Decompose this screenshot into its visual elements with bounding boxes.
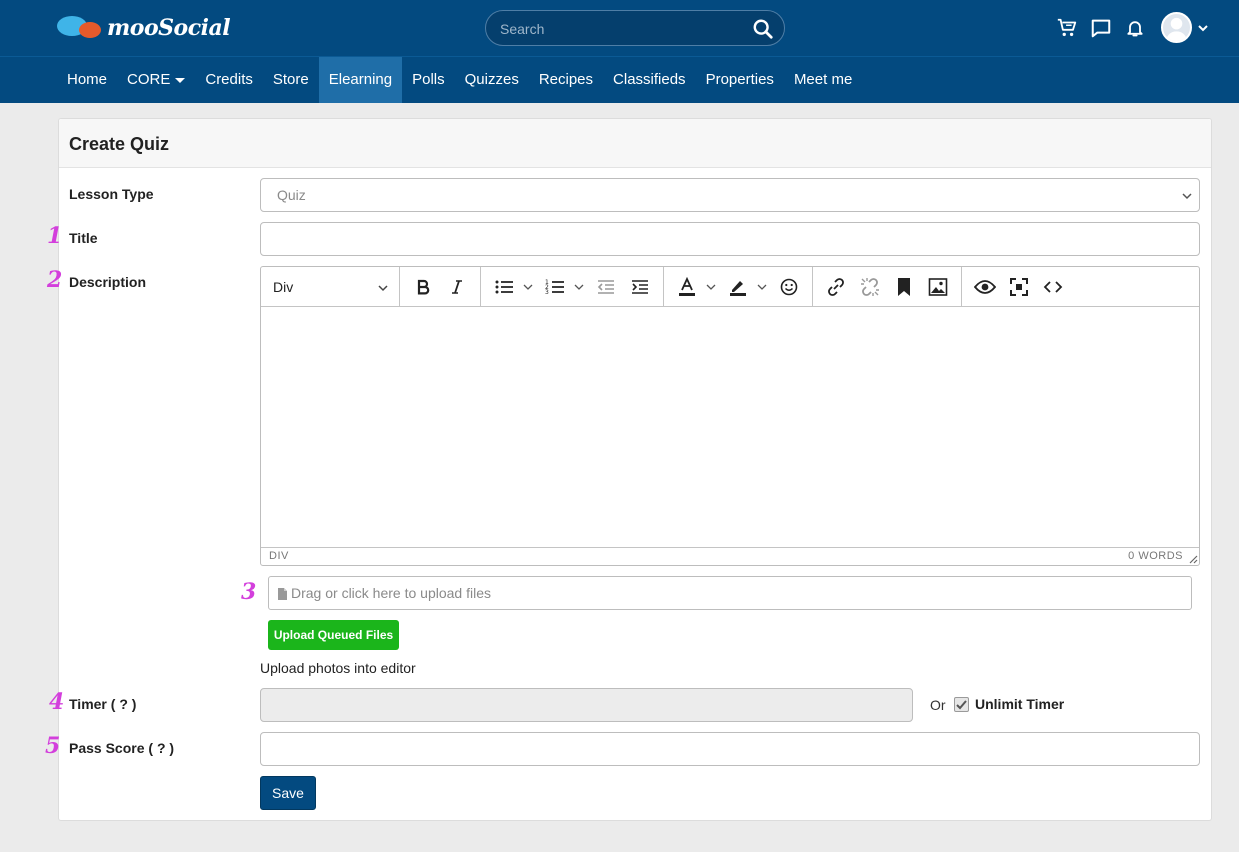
bell-icon[interactable] xyxy=(1123,16,1147,40)
timer-input xyxy=(260,688,913,722)
nav-item-quizzes[interactable]: Quizzes xyxy=(455,57,529,103)
emoji-icon[interactable] xyxy=(775,273,803,301)
unlimit-timer-checkbox[interactable] xyxy=(954,697,969,712)
chevron-down-icon[interactable] xyxy=(521,273,535,301)
bullet-list-icon[interactable] xyxy=(490,273,518,301)
pass-score-label[interactable]: Pass Score ( ? ) xyxy=(69,740,174,756)
editor-statusbar: DIV 0 WORDS xyxy=(261,547,1199,565)
site-logo[interactable]: mooSocial xyxy=(57,13,231,43)
element-path[interactable]: DIV xyxy=(269,550,289,562)
pass-score-input[interactable] xyxy=(260,732,1200,766)
chevron-down-icon[interactable] xyxy=(704,273,718,301)
view-group xyxy=(962,267,1076,307)
search-input[interactable] xyxy=(500,19,740,39)
lesson-type-label: Lesson Type xyxy=(69,186,154,202)
chevron-down-icon[interactable] xyxy=(572,273,586,301)
header-icons xyxy=(1055,14,1157,42)
nav-item-recipes[interactable]: Recipes xyxy=(529,57,603,103)
image-icon[interactable] xyxy=(924,273,952,301)
panel-header xyxy=(59,119,1211,168)
nav-item-core[interactable]: CORE xyxy=(117,57,195,103)
highlight-icon[interactable] xyxy=(724,273,752,301)
numbered-list-icon[interactable]: 123 xyxy=(541,273,569,301)
indent-icon[interactable] xyxy=(626,273,654,301)
preview-eye-icon[interactable] xyxy=(971,273,999,301)
nav-item-store[interactable]: Store xyxy=(263,57,319,103)
title-input[interactable] xyxy=(260,222,1200,256)
annotation-marker-5: 5 xyxy=(45,733,61,759)
nav-item-meet-me[interactable]: Meet me xyxy=(784,57,862,103)
top-header: mooSocial xyxy=(0,0,1239,56)
chevron-down-icon xyxy=(1182,193,1192,200)
word-count: 0 WORDS xyxy=(1128,550,1183,562)
title-label: Title xyxy=(69,230,98,246)
annotation-marker-2: 2 xyxy=(47,267,63,293)
create-quiz-panel: Create Quiz Lesson Type Quiz 1 Title 2 D… xyxy=(45,118,1212,821)
block-format-value: Div xyxy=(273,278,294,295)
file-icon xyxy=(278,588,287,600)
file-dropzone[interactable]: Drag or click here to upload files xyxy=(268,576,1192,610)
link-icon[interactable] xyxy=(822,273,850,301)
upload-helper-text: Upload photos into editor xyxy=(260,660,416,676)
cart-icon[interactable] xyxy=(1055,16,1079,40)
upload-queued-files-button[interactable]: Upload Queued Files xyxy=(268,620,399,650)
timer-label[interactable]: Timer ( ? ) xyxy=(69,696,136,712)
nav-item-credits[interactable]: Credits xyxy=(195,57,263,103)
resize-handle-icon[interactable] xyxy=(1188,554,1198,564)
unlimit-timer-label[interactable]: Unlimit Timer xyxy=(975,696,1064,712)
insert-group xyxy=(813,266,962,307)
nav-item-polls[interactable]: Polls xyxy=(402,57,455,103)
or-text: Or xyxy=(930,697,946,713)
bookmark-icon[interactable] xyxy=(890,273,918,301)
list-group: 123 xyxy=(481,266,664,307)
caret-down-icon xyxy=(175,77,186,83)
bold-icon[interactable] xyxy=(409,273,437,301)
user-avatar-icon xyxy=(1161,12,1192,43)
search-icon[interactable] xyxy=(750,16,776,42)
text-color-icon[interactable] xyxy=(673,273,701,301)
annotation-marker-4: 4 xyxy=(49,689,65,715)
nav-item-elearning[interactable]: Elearning xyxy=(318,57,403,103)
description-label: Description xyxy=(69,274,147,290)
outdent-icon[interactable] xyxy=(592,273,620,301)
nav-item-classifieds[interactable]: Classifieds xyxy=(603,57,696,103)
main-nav: Home CORE Credits Store Elearning Polls … xyxy=(0,56,1239,103)
save-button[interactable]: Save xyxy=(260,776,316,810)
description-editor: Div 123 DIV 0 WORDS xyxy=(260,266,1200,566)
unlink-icon[interactable] xyxy=(856,273,884,301)
editor-content-area[interactable] xyxy=(261,308,1199,548)
text-style-group xyxy=(400,266,481,307)
logo-text: mooSocial xyxy=(107,15,231,41)
checkmark-icon xyxy=(956,700,967,710)
logo-bubbles-icon xyxy=(57,13,103,43)
search-box xyxy=(485,10,785,46)
source-code-icon[interactable] xyxy=(1039,273,1067,301)
user-menu[interactable] xyxy=(1161,12,1210,43)
dropzone-placeholder: Drag or click here to upload files xyxy=(291,585,491,601)
fullscreen-icon[interactable] xyxy=(1005,273,1033,301)
nav-item-properties[interactable]: Properties xyxy=(696,57,784,103)
chevron-down-icon xyxy=(378,284,388,291)
lesson-type-select[interactable]: Quiz xyxy=(260,178,1200,212)
chat-icon[interactable] xyxy=(1089,16,1113,40)
color-group xyxy=(664,266,813,307)
lesson-type-value: Quiz xyxy=(277,187,306,203)
page-title: Create Quiz xyxy=(69,134,170,154)
svg-text:3: 3 xyxy=(545,289,549,296)
block-format-select[interactable]: Div xyxy=(261,266,400,307)
chevron-down-icon[interactable] xyxy=(755,273,769,301)
editor-toolbar: Div 123 xyxy=(261,266,1199,307)
chevron-down-icon xyxy=(1198,24,1208,31)
nav-item-home[interactable]: Home xyxy=(57,57,117,103)
annotation-marker-3: 3 xyxy=(241,579,257,605)
italic-icon[interactable] xyxy=(443,273,471,301)
annotation-marker-1: 1 xyxy=(47,223,63,249)
